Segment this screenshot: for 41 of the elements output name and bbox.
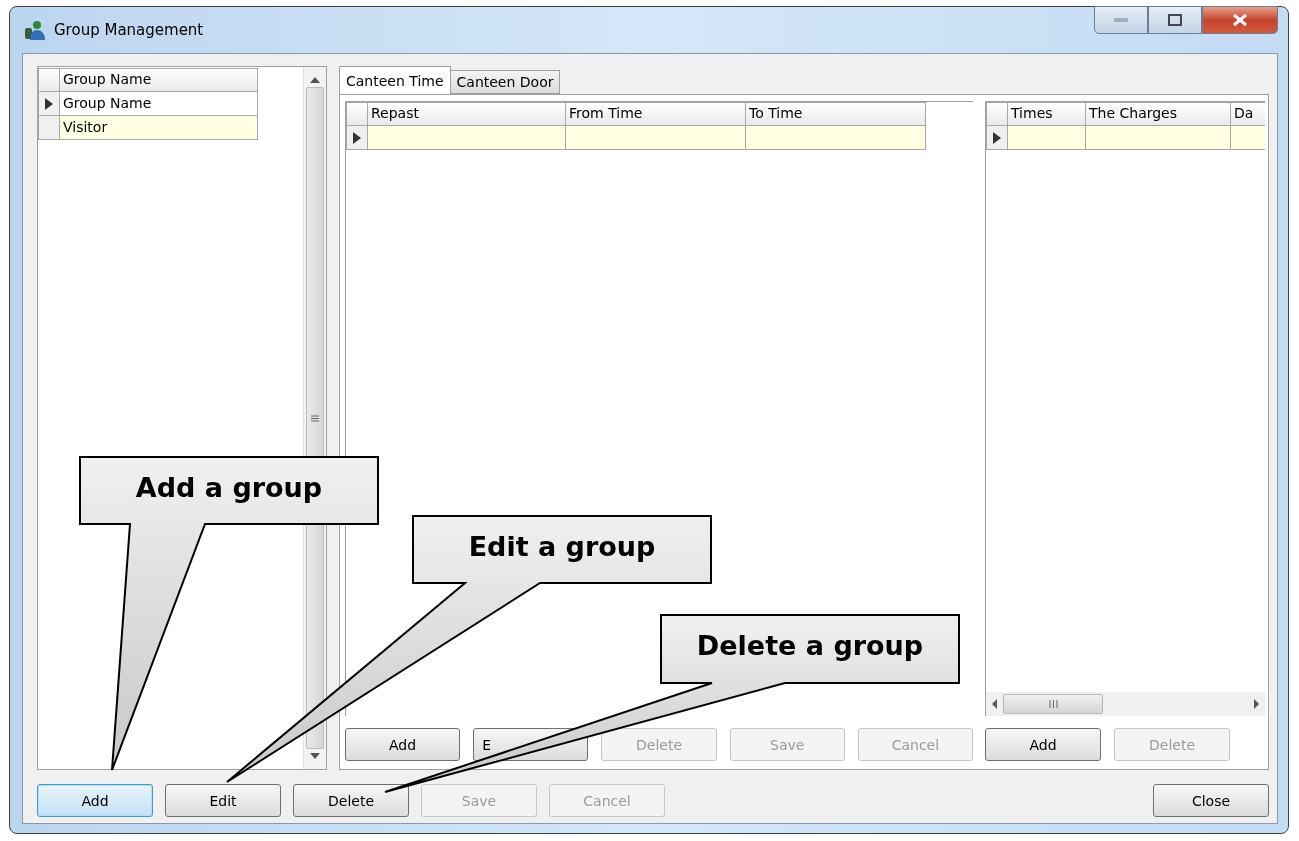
- dialog-button[interactable]: Edit: [165, 784, 281, 817]
- row-header[interactable]: [38, 92, 60, 116]
- callout-label: Delete a group: [696, 630, 924, 661]
- row-header[interactable]: [346, 126, 368, 150]
- callout-label: Add a group: [135, 472, 323, 503]
- scroll-right-icon: [1254, 699, 1259, 709]
- tab[interactable]: Canteen Door: [449, 70, 561, 94]
- row-pointer-icon: [45, 97, 53, 110]
- grip-icon: [311, 414, 319, 422]
- dialog-button[interactable]: Add: [37, 784, 153, 817]
- table-cell: Visitor: [60, 116, 258, 140]
- column-header[interactable]: Times: [1008, 102, 1086, 126]
- grip-icon: [1048, 700, 1058, 708]
- horizontal-scrollbar[interactable]: [986, 692, 1265, 716]
- row-header[interactable]: [986, 126, 1008, 150]
- grid-button[interactable]: Add: [985, 728, 1101, 761]
- scroll-down-icon: [310, 753, 320, 759]
- minimize-icon: [1114, 18, 1128, 22]
- column-header[interactable]: Group Name: [60, 68, 258, 92]
- close-icon: [1232, 13, 1248, 27]
- close-button[interactable]: Close: [1153, 784, 1269, 817]
- column-header[interactable]: Repast: [368, 102, 566, 126]
- scroll-up-icon: [310, 77, 320, 83]
- grid-button[interactable]: Add: [345, 728, 461, 761]
- dialog-button[interactable]: Delete: [293, 784, 409, 817]
- scroll-left-icon: [992, 699, 997, 709]
- close-window-button[interactable]: [1202, 6, 1278, 34]
- column-header[interactable]: Da: [1231, 102, 1265, 126]
- column-header[interactable]: From Time: [566, 102, 746, 126]
- callout-label: Edit a group: [468, 531, 656, 562]
- table-cell: Group Name: [60, 92, 258, 116]
- row-pointer-icon: [353, 131, 361, 144]
- row-pointer-icon: [993, 131, 1001, 144]
- column-header[interactable]: To Time: [746, 102, 926, 126]
- users-icon: [24, 19, 46, 41]
- maximize-icon: [1168, 14, 1182, 26]
- maximize-button[interactable]: [1148, 6, 1202, 34]
- tab[interactable]: Canteen Time: [339, 66, 451, 94]
- window-title: Group Management: [54, 21, 205, 39]
- column-header[interactable]: The Charges: [1086, 102, 1231, 126]
- minimize-button[interactable]: [1094, 6, 1148, 34]
